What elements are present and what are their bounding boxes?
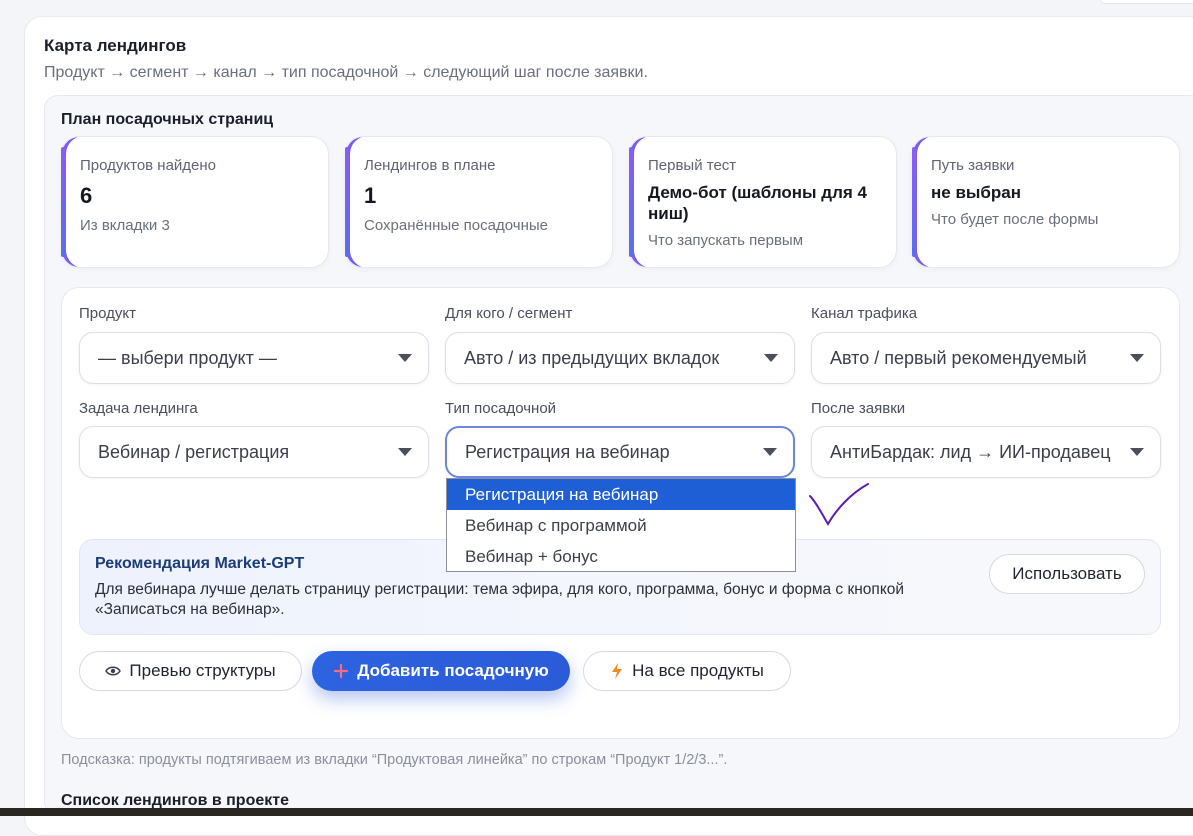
section-title: Карта лендингов	[44, 36, 187, 55]
task-select-value: Вебинар / регистрация	[98, 441, 290, 462]
stat-card-first-test: Первый тест Демо-бот (шаблоны для 4 ниш)…	[629, 136, 897, 268]
chevron-down-icon	[763, 448, 777, 456]
stat-note: Сохранённые посадочные	[364, 217, 548, 234]
bottom-strip	[0, 808, 1193, 816]
after-lead-select[interactable]: АнтиБардак: лид → ИИ-продавец	[811, 426, 1161, 478]
use-button-label: Использовать	[1012, 564, 1122, 583]
product-select[interactable]: — выбери продукт —	[79, 332, 429, 384]
plan-title: План посадочных страниц	[61, 111, 274, 128]
add-button-label: Добавить посадочную	[357, 661, 549, 680]
channel-select[interactable]: Авто / первый рекомендуемый	[811, 332, 1161, 384]
use-recommendation-button[interactable]: Использовать	[989, 554, 1145, 594]
chevron-down-icon	[398, 354, 412, 362]
apply-all-products-button[interactable]: На все продукты	[583, 651, 791, 691]
hint-text: Подсказка: продукты подтягиваем из вклад…	[61, 752, 728, 768]
task-select[interactable]: Вебинар / регистрация	[79, 426, 429, 478]
stat-value: не выбран	[931, 183, 1022, 202]
stat-label: Первый тест	[648, 157, 737, 174]
stat-card-lead-path: Путь заявки не выбран Что будет после фо…	[912, 136, 1180, 268]
recommendation-text: Для вебинара лучше делать страницу регис…	[95, 581, 905, 618]
dropdown-option[interactable]: Регистрация на вебинар	[447, 479, 795, 510]
preview-button-label: Превью структуры	[129, 661, 276, 680]
stat-value: 1	[364, 183, 377, 208]
stat-card-products: Продуктов найдено 6 Из вкладки 3	[61, 136, 329, 268]
add-landing-button[interactable]: Добавить посадочную	[312, 651, 570, 691]
stat-label: Продуктов найдено	[80, 157, 217, 174]
landing-type-label: Тип посадочной	[445, 400, 557, 417]
section-subtitle: Продукт → сегмент → канал → тип посадочн…	[44, 64, 648, 81]
channel-select-value: Авто / первый рекомендуемый	[830, 347, 1087, 368]
all-products-button-label: На все продукты	[632, 661, 764, 680]
segment-select[interactable]: Авто / из предыдущих вкладок	[445, 332, 795, 384]
eye-icon	[105, 666, 122, 676]
channel-label: Канал трафика	[811, 305, 918, 322]
chevron-down-icon	[1130, 448, 1144, 456]
product-select-value: — выбери продукт —	[98, 347, 277, 368]
stat-note: Из вкладки 3	[80, 217, 170, 234]
chevron-down-icon	[1130, 354, 1144, 362]
top-panel-edge	[1100, 0, 1193, 4]
landing-type-dropdown: Регистрация на вебинар Вебинар с програм…	[446, 478, 796, 572]
landing-type-select[interactable]: Регистрация на вебинар	[445, 426, 795, 478]
task-label: Задача лендинга	[79, 400, 198, 417]
stat-label: Лендингов в плане	[364, 157, 496, 174]
stat-label: Путь заявки	[931, 157, 1015, 174]
segment-select-value: Авто / из предыдущих вкладок	[464, 347, 720, 368]
after-lead-label: После заявки	[811, 400, 906, 417]
product-label: Продукт	[79, 305, 136, 322]
after-lead-select-value: АнтиБардак: лид → ИИ-продавец	[830, 441, 1111, 462]
lightning-icon	[612, 663, 623, 679]
recommendation-title: Рекомендация Market-GPT	[95, 555, 305, 572]
chevron-down-icon	[764, 354, 778, 362]
preview-structure-button[interactable]: Превью структуры	[79, 651, 302, 691]
landing-type-select-value: Регистрация на вебинар	[465, 441, 670, 462]
chevron-down-icon	[398, 448, 412, 456]
dropdown-option[interactable]: Вебинар + бонус	[447, 541, 795, 572]
stat-value: Демо-бот (шаблоны для 4 ниш)	[648, 183, 867, 223]
handwritten-checkmark-icon	[809, 483, 869, 526]
stat-note: Что запускать первым	[648, 232, 804, 249]
stat-value: 6	[80, 183, 93, 208]
stat-note: Что будет после формы	[931, 211, 1099, 228]
stat-card-landings: Лендингов в плане 1 Сохранённые посадочн…	[345, 136, 613, 268]
segment-label: Для кого / сегмент	[445, 305, 573, 322]
plus-icon	[334, 663, 349, 679]
dropdown-option[interactable]: Вебинар с программой	[447, 510, 795, 541]
